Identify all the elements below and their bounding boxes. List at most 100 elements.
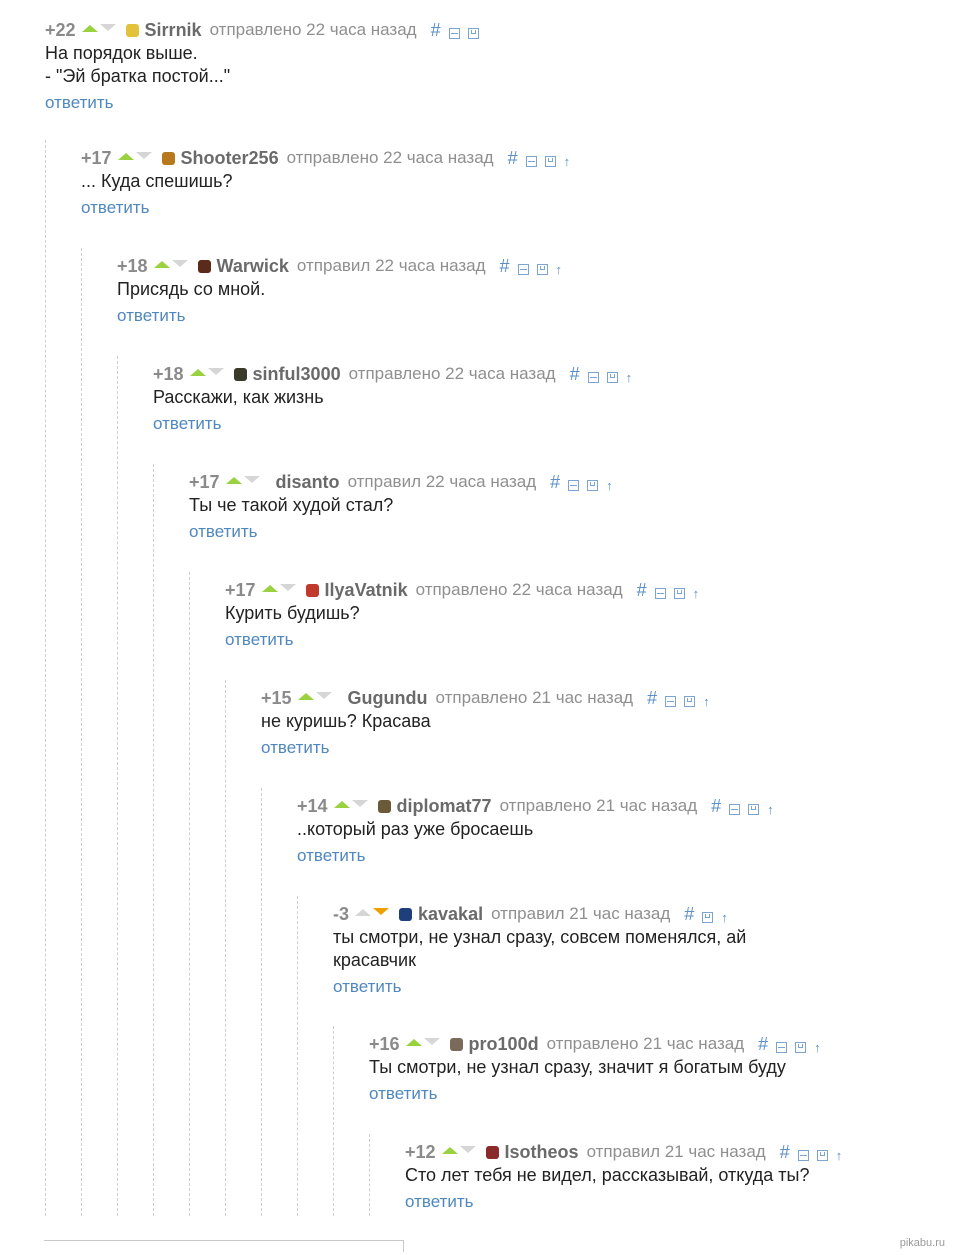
permalink-hash[interactable]: # — [500, 256, 510, 277]
vote-up-icon[interactable] — [355, 908, 372, 916]
parent-arrow-icon[interactable]: ↑ — [564, 154, 571, 169]
reply-link[interactable]: ответить — [225, 630, 294, 650]
vote-down-icon[interactable] — [243, 475, 260, 483]
vote-up-icon[interactable] — [81, 24, 98, 32]
save-icon[interactable] — [673, 587, 685, 599]
reply-link[interactable]: ответить — [81, 198, 150, 218]
comment-author[interactable]: pro100d — [469, 1034, 539, 1055]
parent-arrow-icon[interactable]: ↑ — [606, 478, 613, 493]
vote-up-icon[interactable] — [261, 584, 278, 592]
parent-arrow-icon[interactable]: ↑ — [556, 262, 563, 277]
save-icon[interactable] — [795, 1041, 807, 1053]
reply-link[interactable]: ответить — [261, 738, 330, 758]
reply-link[interactable]: ответить — [189, 522, 258, 542]
vote-up-icon[interactable] — [441, 1146, 458, 1154]
vote-down-icon[interactable] — [315, 691, 332, 699]
comment-author[interactable]: Warwick — [217, 256, 289, 277]
vote-down-icon[interactable] — [459, 1145, 476, 1153]
comment-author[interactable]: sinful3000 — [253, 364, 341, 385]
save-icon[interactable] — [748, 803, 760, 815]
comment-author[interactable]: Isotheos — [505, 1142, 579, 1163]
save-icon[interactable] — [606, 371, 618, 383]
avatar[interactable] — [399, 907, 413, 921]
vote-up-icon[interactable] — [153, 260, 170, 268]
vote-down-icon[interactable] — [351, 799, 368, 807]
avatar[interactable] — [305, 583, 319, 597]
permalink-hash[interactable]: # — [570, 364, 580, 385]
collapse-icon[interactable] — [776, 1041, 788, 1053]
vote-up-icon[interactable] — [189, 368, 206, 376]
comment-author[interactable]: Sirrnik — [145, 20, 202, 41]
reply-link[interactable]: ответить — [153, 414, 222, 434]
parent-arrow-icon[interactable]: ↑ — [703, 694, 710, 709]
permalink-hash[interactable]: # — [647, 688, 657, 709]
avatar[interactable] — [377, 799, 391, 813]
collapse-icon[interactable] — [654, 587, 666, 599]
vote-up-icon[interactable] — [297, 692, 314, 700]
vote-up-icon[interactable] — [405, 1038, 422, 1046]
save-icon[interactable] — [536, 263, 548, 275]
collapse-icon[interactable] — [587, 371, 599, 383]
reply-link[interactable]: ответить — [117, 306, 186, 326]
collapse-icon[interactable] — [568, 479, 580, 491]
comment-timestamp: отправил 21 час назад — [586, 1142, 766, 1161]
save-icon[interactable] — [467, 27, 479, 39]
save-icon[interactable] — [702, 911, 714, 923]
vote-down-icon[interactable] — [279, 583, 296, 591]
parent-arrow-icon[interactable]: ↑ — [767, 802, 774, 817]
permalink-hash[interactable]: # — [711, 796, 721, 817]
reply-link[interactable]: ответить — [333, 977, 402, 997]
avatar[interactable] — [485, 1145, 499, 1159]
collapse-icon[interactable] — [525, 155, 537, 167]
vote-down-icon[interactable] — [171, 259, 188, 267]
comment-author[interactable]: IlyaVatnik — [325, 580, 408, 601]
avatar[interactable] — [233, 367, 247, 381]
permalink-hash[interactable]: # — [508, 148, 518, 169]
vote-down-icon[interactable] — [423, 1037, 440, 1045]
comment-author[interactable]: Shooter256 — [181, 148, 279, 169]
reply-link[interactable]: ответить — [45, 93, 114, 113]
collapse-icon[interactable] — [797, 1149, 809, 1161]
collapse-icon[interactable] — [665, 695, 677, 707]
vote-up-icon[interactable] — [117, 152, 134, 160]
vote-down-icon[interactable] — [135, 151, 152, 159]
permalink-hash[interactable]: # — [684, 904, 694, 925]
collapse-icon[interactable] — [448, 27, 460, 39]
avatar[interactable] — [125, 23, 139, 37]
vote-down-icon[interactable] — [373, 907, 390, 915]
permalink-hash[interactable]: # — [550, 472, 560, 493]
permalink-hash[interactable]: # — [758, 1034, 768, 1055]
avatar[interactable] — [161, 151, 175, 165]
reply-link[interactable]: ответить — [405, 1192, 474, 1212]
save-icon[interactable] — [587, 479, 599, 491]
collapse-icon[interactable] — [729, 803, 741, 815]
permalink-hash[interactable]: # — [431, 20, 441, 41]
collapse-icon[interactable] — [517, 263, 529, 275]
save-icon[interactable] — [684, 695, 696, 707]
reply-link[interactable]: ответить — [297, 846, 366, 866]
parent-arrow-icon[interactable]: ↑ — [721, 910, 728, 925]
reply-link[interactable]: ответить — [369, 1084, 438, 1104]
avatar[interactable] — [197, 259, 211, 273]
comment-rating: +17 — [189, 471, 220, 492]
vote-up-icon[interactable] — [333, 800, 350, 808]
save-icon[interactable] — [544, 155, 556, 167]
vote-down-icon[interactable] — [207, 367, 224, 375]
vote-down-icon[interactable] — [99, 23, 116, 31]
permalink-hash[interactable]: # — [780, 1142, 790, 1163]
parent-arrow-icon[interactable]: ↑ — [814, 1040, 821, 1055]
comment-author[interactable]: Gugundu — [348, 688, 428, 709]
permalink-hash[interactable]: # — [637, 580, 647, 601]
comment-timestamp: отправил 21 час назад — [491, 904, 671, 923]
parent-arrow-icon[interactable]: ↑ — [693, 586, 700, 601]
save-icon[interactable] — [816, 1149, 828, 1161]
avatar[interactable] — [449, 1037, 463, 1051]
parent-arrow-icon[interactable]: ↑ — [626, 370, 633, 385]
comment-timestamp: отправлено 22 часа назад — [415, 580, 623, 599]
vote-up-icon[interactable] — [225, 476, 242, 484]
comment: +16 pro100d отправлено 21 час назад # ↑ Ты см… — [369, 1032, 821, 1104]
comment-author[interactable]: disanto — [276, 472, 340, 493]
comment-author[interactable]: kavakal — [418, 904, 483, 925]
parent-arrow-icon[interactable]: ↑ — [836, 1148, 843, 1163]
comment-author[interactable]: diplomat77 — [397, 796, 492, 817]
